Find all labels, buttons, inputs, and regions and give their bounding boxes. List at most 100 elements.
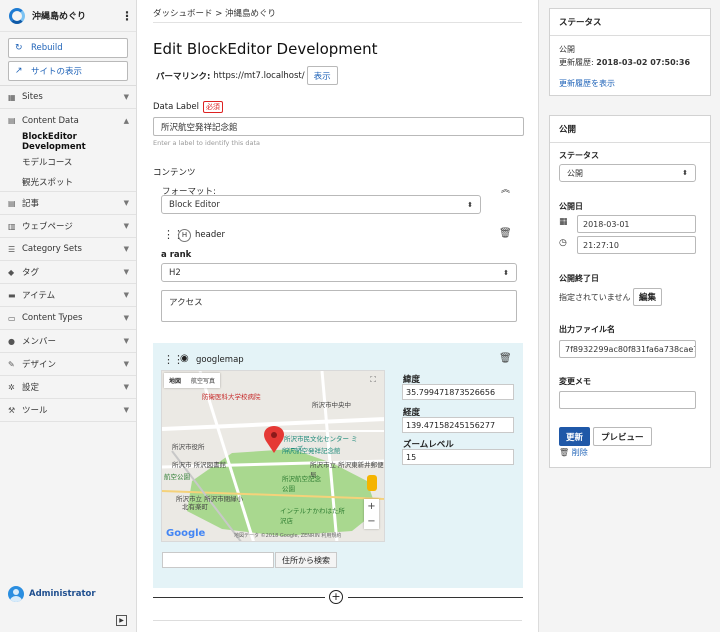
map-label: 所沢市役所 [172, 443, 205, 451]
sidebar-item-label: ツール [22, 406, 48, 416]
sidebar-subitem-blockeditor[interactable]: BlockEditor Development [0, 132, 136, 152]
sidebar-subitem-spots[interactable]: 観光スポット [0, 172, 136, 192]
unpublish-date-label: 公開終了日 [559, 274, 599, 283]
zoom-in-icon[interactable]: + [364, 499, 379, 514]
fullscreen-icon[interactable]: ⛶ [367, 375, 379, 387]
permalink-url: https://mt7.localhost/ [213, 70, 305, 81]
sidebar-item-content-types[interactable]: ▭ Content Types ▼ [0, 307, 136, 330]
map-type-tabs: 地図 航空写真 [164, 373, 221, 388]
map-attribution[interactable]: 地図データ ©2018 Google, ZENRIN 利用規約 [234, 532, 341, 539]
delete-block-icon[interactable]: 🗑 [499, 353, 512, 364]
contents-heading: コンテンツ [153, 168, 196, 178]
map-canvas [162, 371, 384, 541]
chevron-down-icon: ▼ [123, 268, 129, 276]
sidebar-item-label: デザイン [22, 360, 57, 370]
format-select[interactable]: Block Editor ⬍ [161, 195, 481, 214]
history-link[interactable]: 更新履歴を表示 [559, 78, 615, 89]
view-site-button[interactable]: ↗ サイトの表示 [8, 61, 128, 81]
google-map[interactable]: 地図 航空写真 防衛医科大学校病院 所沢市中央中 所沢市役所 所沢市民文化センタ… [161, 370, 385, 542]
publish-time-input[interactable]: 21:27:10 [577, 236, 696, 254]
zoom-out-icon[interactable]: − [364, 514, 379, 529]
data-label-row: Data Label 必須 [153, 101, 223, 113]
collapse-sidebar-icon[interactable]: ▶ [116, 615, 127, 626]
delete-block-icon[interactable]: 🗑 [499, 228, 512, 239]
wrench-icon: ⚒ [8, 405, 16, 415]
sidebar: 沖縄島めぐり ⋮ ↻ Rebuild ↗ サイトの表示 ▦ Sites ▼ ▤ … [0, 0, 137, 632]
calendar-icon: ▦ [559, 217, 568, 227]
add-block-icon[interactable]: + [329, 590, 343, 604]
update-button[interactable]: 更新 [559, 427, 591, 446]
clock-icon: ◷ [559, 238, 567, 248]
chevron-down-icon: ▼ [123, 406, 129, 414]
view-button[interactable]: 表示 [306, 66, 338, 85]
sidebar-item-label: 設定 [22, 383, 40, 393]
rank-label: a rank [161, 250, 192, 260]
address-input[interactable] [162, 552, 274, 568]
sidebar-item-label: Content Data [22, 115, 79, 126]
rank-select[interactable]: H2 ⬍ [161, 263, 517, 282]
rebuild-button[interactable]: ↻ Rebuild [8, 38, 128, 58]
sidebar-item-assets[interactable]: ▬ アイテム ▼ [0, 284, 136, 307]
header-text-input[interactable]: アクセス [161, 290, 517, 322]
sidebar-item-members[interactable]: ● メンバー ▼ [0, 330, 136, 353]
latitude-input[interactable]: 35.799471873526656 [402, 384, 514, 400]
sidebar-item-webpages[interactable]: ▥ ウェブページ ▼ [0, 215, 136, 238]
publish-date-input[interactable]: 2018-03-01 [577, 215, 696, 233]
map-tab-map[interactable]: 地図 [164, 373, 186, 388]
site-logo-icon [9, 7, 25, 24]
modified-value: 2018-03-02 07:50:36 [596, 58, 691, 67]
chevron-down-icon: ▼ [123, 245, 129, 253]
chevron-down-icon: ▼ [123, 199, 129, 207]
preview-button[interactable]: プレビュー [593, 427, 652, 446]
status-panel: ステータス 公開 更新履歴: 2018-03-02 07:50:36 更新履歴を… [549, 8, 711, 96]
header-block-name: header [195, 230, 225, 240]
map-tab-satellite[interactable]: 航空写真 [186, 373, 220, 388]
format-value: Block Editor [169, 199, 220, 210]
collapse-chevron-icon[interactable]: ︽ [501, 182, 510, 195]
rank-value: H2 [169, 267, 181, 278]
site-switcher[interactable]: 沖縄島めぐり ⋮ [0, 0, 136, 32]
breadcrumb-divider [153, 22, 522, 23]
sidebar-item-sites[interactable]: ▦ Sites ▼ [0, 86, 136, 109]
zoom-level-input[interactable]: 15 [402, 449, 514, 465]
delete-link[interactable]: 🗑 削除 [559, 447, 588, 458]
content-data-icon: ▤ [8, 116, 16, 125]
heading-block-icon: H [178, 229, 191, 242]
required-badge: 必須 [202, 101, 223, 113]
sidebar-item-category-sets[interactable]: ☰ Category Sets ▼ [0, 238, 136, 261]
sidebar-item-tools[interactable]: ⚒ ツール ▼ [0, 399, 136, 422]
chevron-down-icon: ▼ [123, 291, 129, 299]
site-menu-icon[interactable]: ⋮ [118, 9, 136, 23]
edit-unpublish-button[interactable]: 編集 [633, 288, 663, 306]
map-label: 北有楽町 [182, 503, 208, 511]
user-menu[interactable]: Administrator [8, 586, 96, 602]
map-label: 所沢市中央中 [312, 401, 351, 409]
sidebar-subitem-model-course[interactable]: モデルコース [0, 152, 136, 172]
publish-panel: 公開 ステータス 公開 ⬍ 公開日 ▦ 2018-03-01 ◷ 21:27:1… [549, 115, 711, 468]
sidebar-item-entries[interactable]: ▤ 記事 ▼ [0, 192, 136, 215]
geocode-button[interactable]: 住所から検索 [275, 552, 337, 568]
sidebar-item-label: Content Types [22, 313, 83, 323]
street-view-icon[interactable] [367, 475, 377, 491]
data-label-input[interactable]: 所沢航空発祥記念館 [153, 117, 524, 136]
sidebar-item-label: 記事 [22, 199, 40, 209]
chevron-down-icon: ▼ [123, 360, 129, 368]
member-icon: ● [8, 336, 15, 346]
output-file-input[interactable]: 7f8932299ac80f831fa6a738cae7be [559, 340, 696, 358]
user-name: Administrator [29, 589, 96, 599]
breadcrumb[interactable]: ダッシュボード > 沖縄島めぐり [153, 7, 276, 19]
publish-status-select[interactable]: 公開 ⬍ [559, 164, 696, 182]
sidebar-item-settings[interactable]: ✲ 設定 ▼ [0, 376, 136, 399]
sidebar-item-tags[interactable]: ◆ タグ ▼ [0, 261, 136, 284]
sidebar-item-design[interactable]: ✎ デザイン ▼ [0, 353, 136, 376]
chevron-down-icon: ▼ [123, 337, 129, 345]
tag-icon: ◆ [8, 267, 15, 277]
change-memo-input[interactable] [559, 391, 696, 409]
sidebar-item-content-data[interactable]: ▤ Content Data ▲ [0, 109, 136, 132]
chevron-down-icon: ▼ [123, 93, 129, 101]
map-label: インテルナかわはた所沢店 [280, 507, 345, 525]
sidebar-item-label: メンバー [22, 337, 57, 347]
sidebar-item-label: Category Sets [22, 244, 82, 254]
sites-icon: ▦ [8, 92, 16, 102]
longitude-input[interactable]: 139.47158245156277 [402, 417, 514, 433]
